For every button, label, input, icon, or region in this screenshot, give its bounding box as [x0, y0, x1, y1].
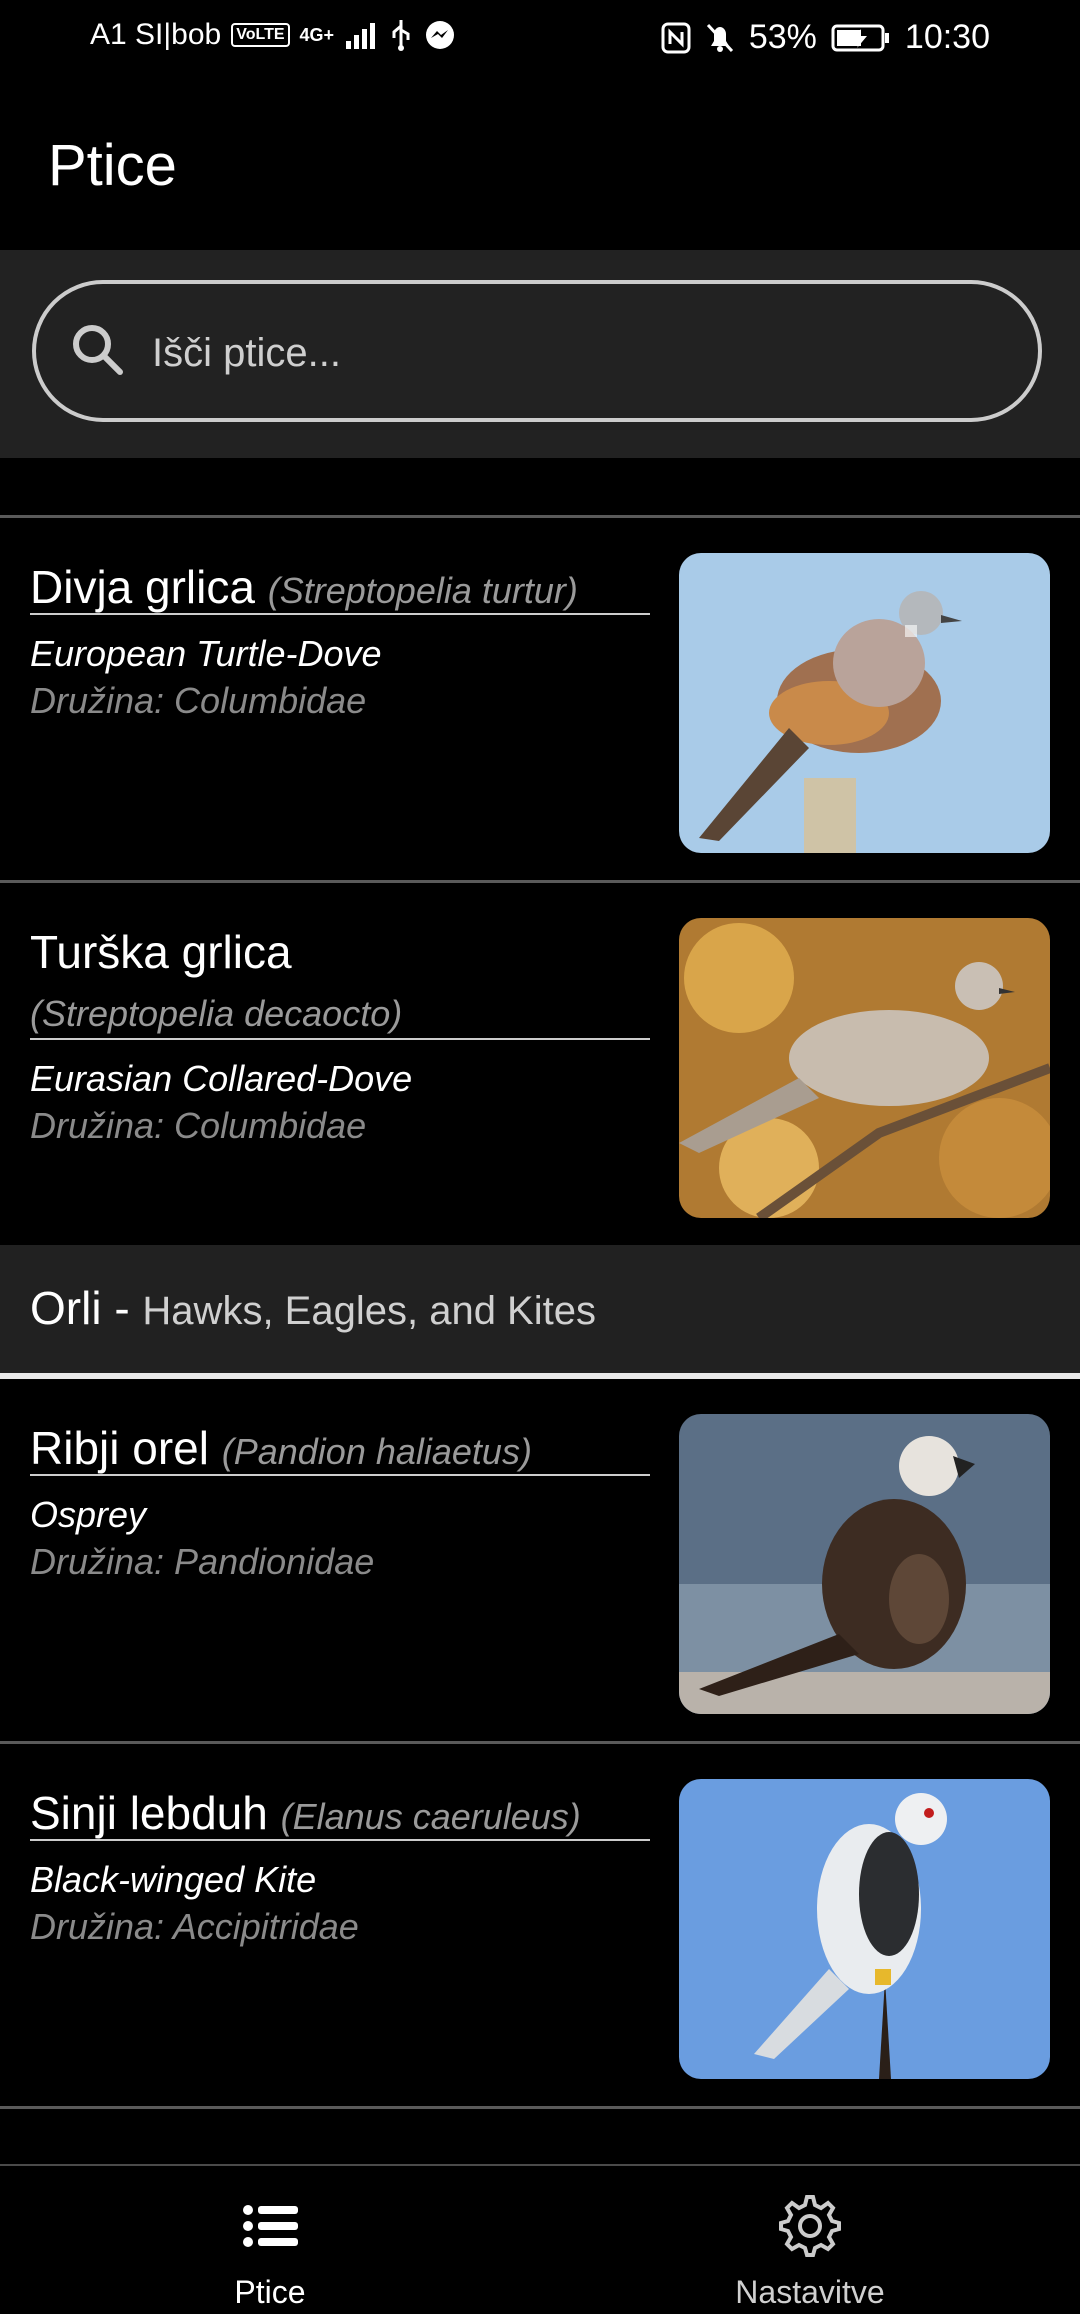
- bird-scientific-name: (Elanus caeruleus): [280, 1796, 581, 1837]
- status-right: 53% 10:30: [661, 18, 990, 57]
- bird-common-name: Black-winged Kite: [30, 1859, 317, 1900]
- bird-family: Družina: Accipitridae: [30, 1906, 359, 1947]
- list-item[interactable]: Turška grlica (Streptopelia decaocto) Eu…: [0, 883, 1080, 1245]
- network-label: 4G+: [299, 24, 335, 45]
- bird-scientific-name: (Streptopelia decaocto): [30, 993, 403, 1034]
- search-input[interactable]: [150, 312, 1014, 394]
- bird-name: Divja grlica: [30, 561, 255, 613]
- nav-label: Nastavitve: [735, 2274, 885, 2310]
- bird-photo: [679, 918, 1050, 1218]
- battery-percent: 53%: [748, 18, 817, 56]
- section-header: Orli - Hawks, Eagles, and Kites: [0, 1245, 1080, 1373]
- list-item[interactable]: Divja grlica (Streptopelia turtur) Europ…: [0, 518, 1080, 880]
- search-box[interactable]: [32, 280, 1042, 422]
- bell-off-icon: [706, 23, 733, 52]
- section-subtitle: Hawks, Eagles, and Kites: [142, 1289, 596, 1333]
- section-title-line: Orli - Hawks, Eagles, and Kites: [30, 1281, 596, 1335]
- bird-family: Družina: Pandionidae: [30, 1541, 375, 1582]
- bird-photo: [679, 1414, 1050, 1714]
- nav-item-nastavitve[interactable]: Nastavitve: [540, 2166, 1080, 2314]
- nav-item-ptice[interactable]: Ptice: [0, 2166, 540, 2314]
- status-left: A1 SI|bob VoLTE 4G+: [90, 18, 456, 52]
- volte-badge: VoLTE: [231, 23, 290, 47]
- bird-photo: [679, 553, 1050, 853]
- bird-photo: [679, 1779, 1050, 2079]
- page-title: Ptice: [48, 133, 177, 198]
- bird-common-name: European Turtle-Dove: [30, 633, 382, 674]
- bird-family: Družina: Columbidae: [30, 1105, 367, 1146]
- section-title: Orli -: [30, 1282, 143, 1334]
- bird-name-line: Ribji orel (Pandion haliaetus): [30, 1419, 650, 1481]
- search-icon: [73, 325, 123, 375]
- bird-list[interactable]: Divja grlica (Streptopelia turtur) Europ…: [0, 515, 1080, 2109]
- divider: [0, 2106, 1080, 2109]
- app-bar: Ptice: [0, 80, 1080, 248]
- list-item[interactable]: Ribji orel (Pandion haliaetus) Osprey Dr…: [0, 1379, 1080, 1741]
- bird-family: Družina: Columbidae: [30, 680, 367, 721]
- divider: [30, 613, 650, 615]
- bird-name: Turška grlica: [30, 926, 292, 978]
- divider: [30, 1038, 650, 1040]
- battery-charging-icon: [831, 24, 889, 51]
- list-icon: [243, 2205, 298, 2247]
- search-bar-container: [0, 250, 1080, 458]
- bottom-navigation: Ptice Nastavitve: [0, 2164, 1080, 2314]
- bird-name: Ribji orel: [30, 1422, 209, 1474]
- usb-icon: [392, 20, 410, 51]
- gear-icon: [779, 2195, 841, 2257]
- bird-name-line: Divja grlica (Streptopelia turtur): [30, 558, 650, 620]
- bird-name-line: Sinji lebduh (Elanus caeruleus): [30, 1784, 650, 1846]
- signal-icon: [346, 23, 376, 49]
- list-item[interactable]: Sinji lebduh (Elanus caeruleus) Black-wi…: [0, 1744, 1080, 2106]
- divider: [30, 1839, 650, 1841]
- carrier-label: A1 SI|bob: [90, 18, 222, 51]
- bird-common-name: Eurasian Collared-Dove: [30, 1058, 413, 1099]
- bird-name: Sinji lebduh: [30, 1787, 268, 1839]
- nav-label: Ptice: [234, 2274, 306, 2310]
- status-bar: A1 SI|bob VoLTE 4G+ 53% 10:30: [0, 0, 1080, 80]
- divider: [30, 1474, 650, 1476]
- bird-name-line: Turška grlica (Streptopelia decaocto): [30, 923, 650, 1043]
- bird-scientific-name: (Pandion haliaetus): [221, 1431, 532, 1472]
- nfc-icon: [661, 22, 691, 53]
- messenger-icon: [426, 21, 455, 49]
- bird-scientific-name: (Streptopelia turtur): [267, 570, 578, 611]
- clock: 10:30: [904, 18, 990, 56]
- bird-common-name: Osprey: [30, 1494, 147, 1535]
